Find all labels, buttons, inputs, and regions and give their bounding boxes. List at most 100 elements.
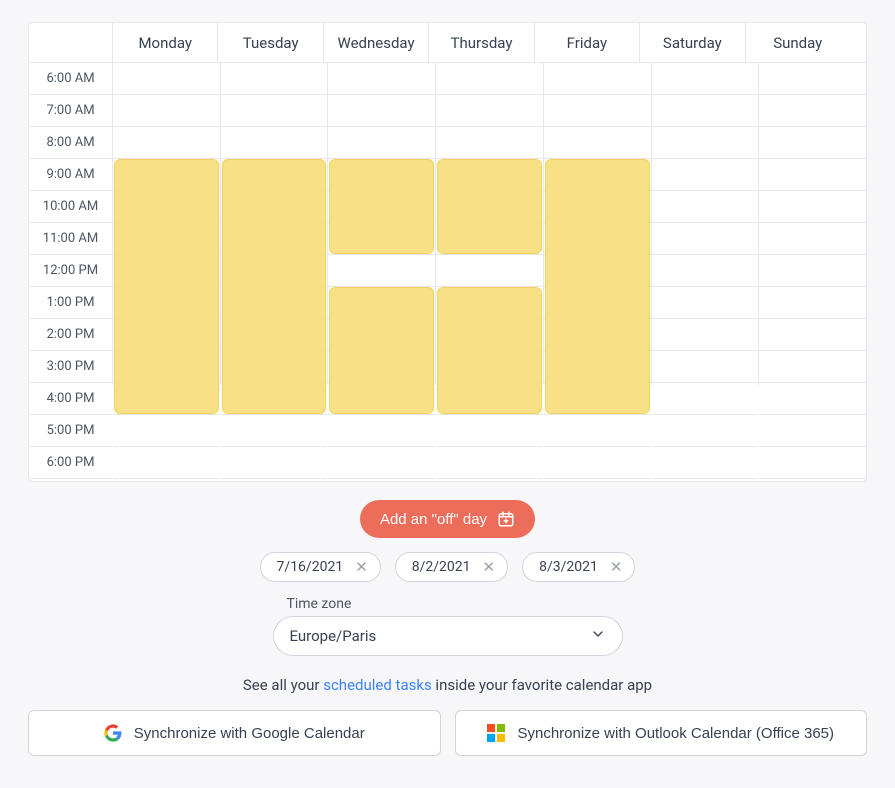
calendar-cell[interactable] xyxy=(113,447,220,479)
calendar-cell[interactable] xyxy=(652,63,759,95)
calendar-cell[interactable] xyxy=(436,415,543,447)
calendar-cell[interactable] xyxy=(544,63,651,95)
calendar-cell[interactable] xyxy=(544,95,651,127)
calendar-cell[interactable] xyxy=(759,447,866,479)
calendar-cell[interactable] xyxy=(328,255,435,287)
calendar-body[interactable]: 3:00 AM4:00 AM5:00 AM6:00 AM7:00 AM8:00 … xyxy=(29,63,866,481)
calendar-cell[interactable] xyxy=(328,479,435,481)
availability-block[interactable] xyxy=(114,159,219,414)
close-icon[interactable]: ✕ xyxy=(610,560,623,575)
calendar-cell[interactable] xyxy=(652,191,759,223)
calendar-cell[interactable] xyxy=(652,319,759,351)
calendar-cell[interactable] xyxy=(221,447,328,479)
day-column[interactable] xyxy=(328,63,436,385)
close-icon[interactable]: ✕ xyxy=(355,560,368,575)
calendar-cell[interactable] xyxy=(652,223,759,255)
availability-block[interactable] xyxy=(329,287,434,414)
timezone-group: Time zone Europe/Paris xyxy=(273,596,623,656)
off-day-chip[interactable]: 8/3/2021✕ xyxy=(522,552,635,582)
calendar-cell[interactable] xyxy=(759,479,866,481)
close-icon[interactable]: ✕ xyxy=(483,560,496,575)
calendar-cell[interactable] xyxy=(759,383,866,415)
day-header: Thursday xyxy=(429,23,534,62)
calendar-cell[interactable] xyxy=(113,63,220,95)
calendar-cell[interactable] xyxy=(759,127,866,159)
calendar-cell[interactable] xyxy=(436,447,543,479)
calendar-cell[interactable] xyxy=(436,255,543,287)
calendar-cell[interactable] xyxy=(652,95,759,127)
chevron-down-icon xyxy=(590,626,606,646)
calendar-cell[interactable] xyxy=(652,415,759,447)
calendar-cell[interactable] xyxy=(328,447,435,479)
calendar-cell[interactable] xyxy=(759,223,866,255)
sync-google-label: Synchronize with Google Calendar xyxy=(134,725,365,742)
calendar-cell[interactable] xyxy=(221,127,328,159)
calendar-cell[interactable] xyxy=(759,95,866,127)
day-columns[interactable] xyxy=(113,63,866,385)
availability-block[interactable] xyxy=(545,159,650,414)
calendar-cell[interactable] xyxy=(221,415,328,447)
calendar-cell[interactable] xyxy=(436,127,543,159)
day-column[interactable] xyxy=(436,63,544,385)
calendar-cell[interactable] xyxy=(544,479,651,481)
calendar-cell[interactable] xyxy=(652,383,759,415)
controls: Add an "off" day 7/16/2021✕8/2/2021✕8/3/… xyxy=(28,500,867,756)
calendar-cell[interactable] xyxy=(328,415,435,447)
calendar-cell[interactable] xyxy=(759,319,866,351)
calendar-cell[interactable] xyxy=(113,127,220,159)
day-column[interactable] xyxy=(652,63,760,385)
calendar-cell[interactable] xyxy=(759,255,866,287)
off-day-chip[interactable]: 8/2/2021 ✕ xyxy=(395,552,508,582)
calendar-cell[interactable] xyxy=(328,127,435,159)
calendar-cell[interactable] xyxy=(113,479,220,481)
calendar-cell[interactable] xyxy=(436,63,543,95)
calendar-cell[interactable] xyxy=(759,191,866,223)
weekly-calendar: MondayTuesdayWednesdayThursdayFridaySatu… xyxy=(28,22,867,482)
calendar-cell[interactable] xyxy=(436,479,543,481)
calendar-cell[interactable] xyxy=(652,127,759,159)
calendar-cell[interactable] xyxy=(652,255,759,287)
calendar-cell[interactable] xyxy=(652,479,759,481)
day-column[interactable] xyxy=(544,63,652,385)
sync-google-button[interactable]: Synchronize with Google Calendar xyxy=(28,710,441,756)
calendar-cell[interactable] xyxy=(113,415,220,447)
calendar-cell[interactable] xyxy=(328,95,435,127)
calendar-cell[interactable] xyxy=(221,479,328,481)
day-column[interactable] xyxy=(759,63,866,385)
availability-block[interactable] xyxy=(437,159,542,254)
off-day-date: 7/16/2021 xyxy=(277,559,344,575)
sync-hint-prefix: See all your xyxy=(243,676,323,694)
calendar-cell[interactable] xyxy=(328,63,435,95)
sync-outlook-button[interactable]: Synchronize with Outlook Calendar (Offic… xyxy=(455,710,868,756)
calendar-cell[interactable] xyxy=(652,447,759,479)
calendar-cell[interactable] xyxy=(759,351,866,383)
timezone-value: Europe/Paris xyxy=(290,627,377,645)
add-off-day-button[interactable]: Add an "off" day xyxy=(360,500,535,538)
day-column[interactable] xyxy=(113,63,221,385)
calendar-plus-icon xyxy=(497,510,515,528)
availability-block[interactable] xyxy=(437,287,542,414)
availability-block[interactable] xyxy=(222,159,327,414)
calendar-cell[interactable] xyxy=(652,351,759,383)
calendar-cell[interactable] xyxy=(759,415,866,447)
calendar-cell[interactable] xyxy=(759,287,866,319)
calendar-cell[interactable] xyxy=(436,95,543,127)
calendar-cell[interactable] xyxy=(759,159,866,191)
time-slot-label: 3:00 PM xyxy=(29,351,112,383)
calendar-cell[interactable] xyxy=(544,127,651,159)
timezone-select[interactable]: Europe/Paris xyxy=(273,616,623,656)
calendar-cell[interactable] xyxy=(113,95,220,127)
calendar-cell[interactable] xyxy=(652,159,759,191)
calendar-cell[interactable] xyxy=(652,287,759,319)
calendar-cell[interactable] xyxy=(544,447,651,479)
scheduled-tasks-link[interactable]: scheduled tasks xyxy=(323,676,431,694)
day-column[interactable] xyxy=(221,63,329,385)
calendar-cell[interactable] xyxy=(221,95,328,127)
calendar-cell[interactable] xyxy=(221,63,328,95)
calendar-cell[interactable] xyxy=(759,63,866,95)
off-day-date: 8/2/2021 xyxy=(412,559,471,575)
sync-hint: See all your scheduled tasks inside your… xyxy=(243,676,652,694)
availability-block[interactable] xyxy=(329,159,434,254)
calendar-cell[interactable] xyxy=(544,415,651,447)
off-day-chip[interactable]: 7/16/2021 ✕ xyxy=(260,552,381,582)
